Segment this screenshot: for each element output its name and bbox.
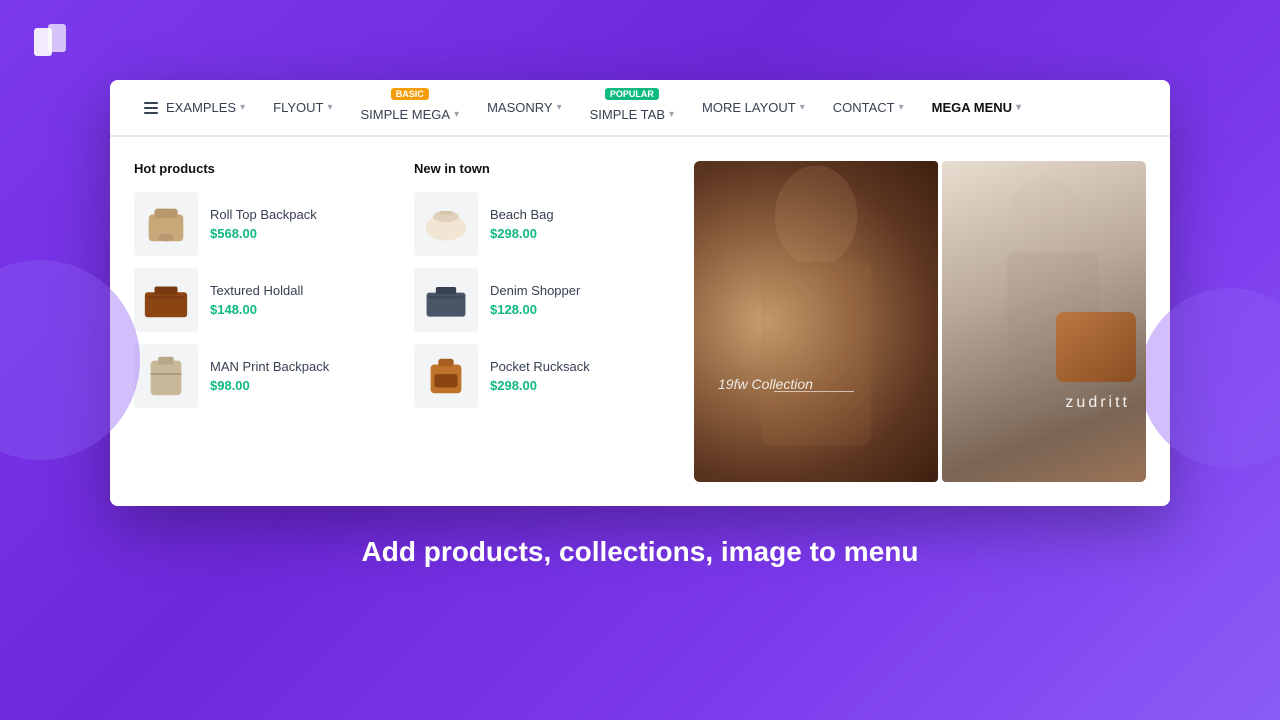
chevron-masonry: ▾ [557,102,562,113]
navbar: EXAMPLES ▾ FLYOUT ▾ BASIC SIMPLE MEGA ▾ … [110,80,1170,136]
nav-label-masonry: MASONRY [487,100,553,115]
new-in-town-title: New in town [414,161,674,176]
product-roll-top[interactable]: Roll Top Backpack $568.00 [134,192,394,256]
product-img-beach [414,192,478,256]
nav-item-simple-mega[interactable]: BASIC SIMPLE MEGA ▾ [346,80,473,135]
right-img-content: zudritt [942,161,1146,482]
product-name-pocket: Pocket Rucksack [490,359,674,374]
nav-item-mega-menu[interactable]: MEGA MENU ▾ [918,80,1035,135]
chevron-simple-mega: ▾ [454,109,459,120]
main-card: EXAMPLES ▾ FLYOUT ▾ BASIC SIMPLE MEGA ▾ … [110,80,1170,506]
product-info-beach: Beach Bag $298.00 [490,207,674,241]
nav-item-masonry[interactable]: MASONRY ▾ [473,80,576,135]
collection-text: 19fw Collection [718,376,813,392]
nav-item-more-layout[interactable]: MORE LAYOUT ▾ [688,80,819,135]
product-price-beach: $298.00 [490,226,674,241]
nav-label-simple-mega: SIMPLE MEGA [360,107,450,122]
hot-products-title: Hot products [134,161,394,176]
badge-basic: BASIC [391,88,429,100]
left-img-content: 19fw Collection [694,161,938,482]
product-img-pocket [414,344,478,408]
image-left: 19fw Collection [694,161,938,482]
product-pocket-rucksack[interactable]: Pocket Rucksack $298.00 [414,344,674,408]
chevron-mega-menu: ▾ [1016,102,1021,113]
product-name-roll-top: Roll Top Backpack [210,207,394,222]
product-img-denim [414,268,478,332]
product-holdall[interactable]: Textured Holdall $148.00 [134,268,394,332]
chevron-simple-tab: ▾ [669,109,674,120]
nav-item-simple-tab[interactable]: POPULAR SIMPLE TAB ▾ [576,80,688,135]
new-in-town-col: New in town Beach Bag $298.00 [414,161,674,482]
nav-label-examples: EXAMPLES [166,100,236,115]
nav-label-mega-menu: MEGA MENU [932,100,1012,115]
nav-label-flyout: FLYOUT [273,100,323,115]
nav-label-more-layout: MORE LAYOUT [702,100,796,115]
product-img-man-print [134,344,198,408]
product-name-beach: Beach Bag [490,207,674,222]
product-name-denim: Denim Shopper [490,283,674,298]
product-name-holdall: Textured Holdall [210,283,394,298]
product-name-man-print: MAN Print Backpack [210,359,394,374]
product-info-holdall: Textured Holdall $148.00 [210,283,394,317]
hot-products-col: Hot products Roll Top Backpack $568.00 [134,161,394,482]
collection-line [774,391,854,392]
chevron-contact: ▾ [899,102,904,113]
product-denim-shopper[interactable]: Denim Shopper $128.00 [414,268,674,332]
nav-item-examples[interactable]: EXAMPLES ▾ [130,80,259,135]
right-bag-thumbnail [1056,312,1136,382]
product-info-denim: Denim Shopper $128.00 [490,283,674,317]
product-price-holdall: $148.00 [210,302,394,317]
product-price-man-print: $98.00 [210,378,394,393]
badge-popular: POPULAR [605,88,659,100]
product-price-roll-top: $568.00 [210,226,394,241]
nav-item-flyout[interactable]: FLYOUT ▾ [259,80,346,135]
hamburger-icon [144,102,158,114]
product-price-pocket: $298.00 [490,378,674,393]
product-info-pocket: Pocket Rucksack $298.00 [490,359,674,393]
chevron-more-layout: ▾ [800,102,805,113]
chevron-examples: ▾ [240,102,245,113]
product-img-roll-top [134,192,198,256]
brand-text: zudritt [1065,394,1130,412]
nav-label-simple-tab: SIMPLE TAB [590,107,665,122]
product-price-denim: $128.00 [490,302,674,317]
mega-dropdown: Hot products Roll Top Backpack $568.00 [110,136,1170,506]
product-info-man-print: MAN Print Backpack $98.00 [210,359,394,393]
images-col: 19fw Collection zudritt [694,161,1146,482]
logo [30,20,70,60]
image-right: zudritt [942,161,1146,482]
tagline: Add products, collections, image to menu [362,536,919,568]
nav-item-contact[interactable]: CONTACT ▾ [819,80,918,135]
product-beach-bag[interactable]: Beach Bag $298.00 [414,192,674,256]
nav-label-contact: CONTACT [833,100,895,115]
product-man-print[interactable]: MAN Print Backpack $98.00 [134,344,394,408]
chevron-flyout: ▾ [327,102,332,113]
product-img-holdall [134,268,198,332]
product-info-roll-top: Roll Top Backpack $568.00 [210,207,394,241]
